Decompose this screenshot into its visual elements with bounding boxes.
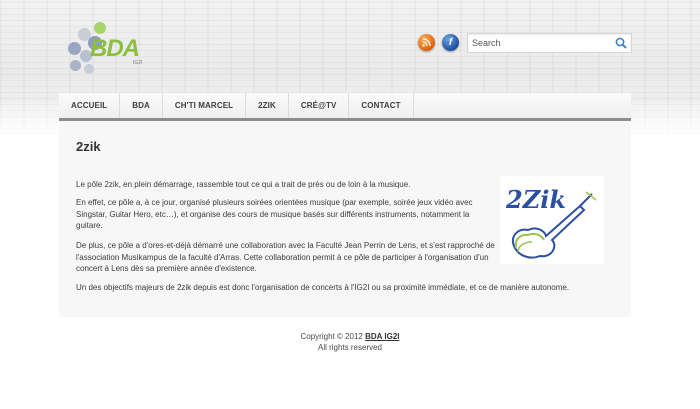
- logo-subtext: IG2I: [133, 60, 143, 66]
- facebook-icon[interactable]: f: [442, 34, 459, 51]
- content-panel: 2zik Le pôle 2zik, en plein démarrage, r…: [59, 121, 631, 317]
- paragraph-collaboration: De plus, ce pôle a d'ores-et-déjà démarr…: [76, 241, 495, 273]
- footer-copyright-line: Copyright © 2012 BDA IG2I: [0, 331, 700, 342]
- nav-item-chti-marcel[interactable]: CH'TI MARCEL: [163, 93, 247, 118]
- paragraph-activities: En effet, ce pôle a, à ce jour, organisé…: [76, 198, 473, 230]
- image-title-text: 2Zik: [505, 185, 566, 214]
- logo-text: BDA: [90, 35, 140, 62]
- logo-dot: [84, 64, 94, 74]
- nav-item-createv[interactable]: CRÉ@TV: [289, 93, 350, 118]
- nav-item-bda[interactable]: BDA: [120, 93, 163, 118]
- search-icon[interactable]: [614, 36, 628, 50]
- nav-item-accueil[interactable]: ACCUEIL: [59, 93, 121, 118]
- footer: Copyright © 2012 BDA IG2I All rights res…: [0, 331, 700, 353]
- search-input[interactable]: [472, 36, 612, 50]
- footer-bda-link[interactable]: BDA IG2I: [365, 332, 399, 341]
- nav-item-2zik[interactable]: 2ZIK: [246, 93, 289, 118]
- 2zik-logo-image: 2Zik: [500, 176, 604, 264]
- search-box[interactable]: [467, 33, 632, 53]
- logo-dot: [94, 22, 106, 34]
- nav-item-contact[interactable]: CONTACT: [349, 93, 414, 118]
- copyright-text: Copyright © 2012: [300, 332, 363, 341]
- paragraph-intro: Le pôle 2zik, en plein démarrage, rassem…: [76, 180, 411, 189]
- logo-dot: [70, 60, 81, 71]
- page-title: 2zik: [76, 139, 101, 154]
- logo-dot: [68, 42, 81, 55]
- paragraph-objectives: Un des objectifs majeurs de 2zik depuis …: [76, 283, 570, 292]
- main-nav: ACCUEIL BDA CH'TI MARCEL 2ZIK CRÉ@TV CON…: [59, 93, 631, 121]
- rss-icon[interactable]: [418, 34, 435, 51]
- rights-text: All rights reserved: [317, 343, 383, 352]
